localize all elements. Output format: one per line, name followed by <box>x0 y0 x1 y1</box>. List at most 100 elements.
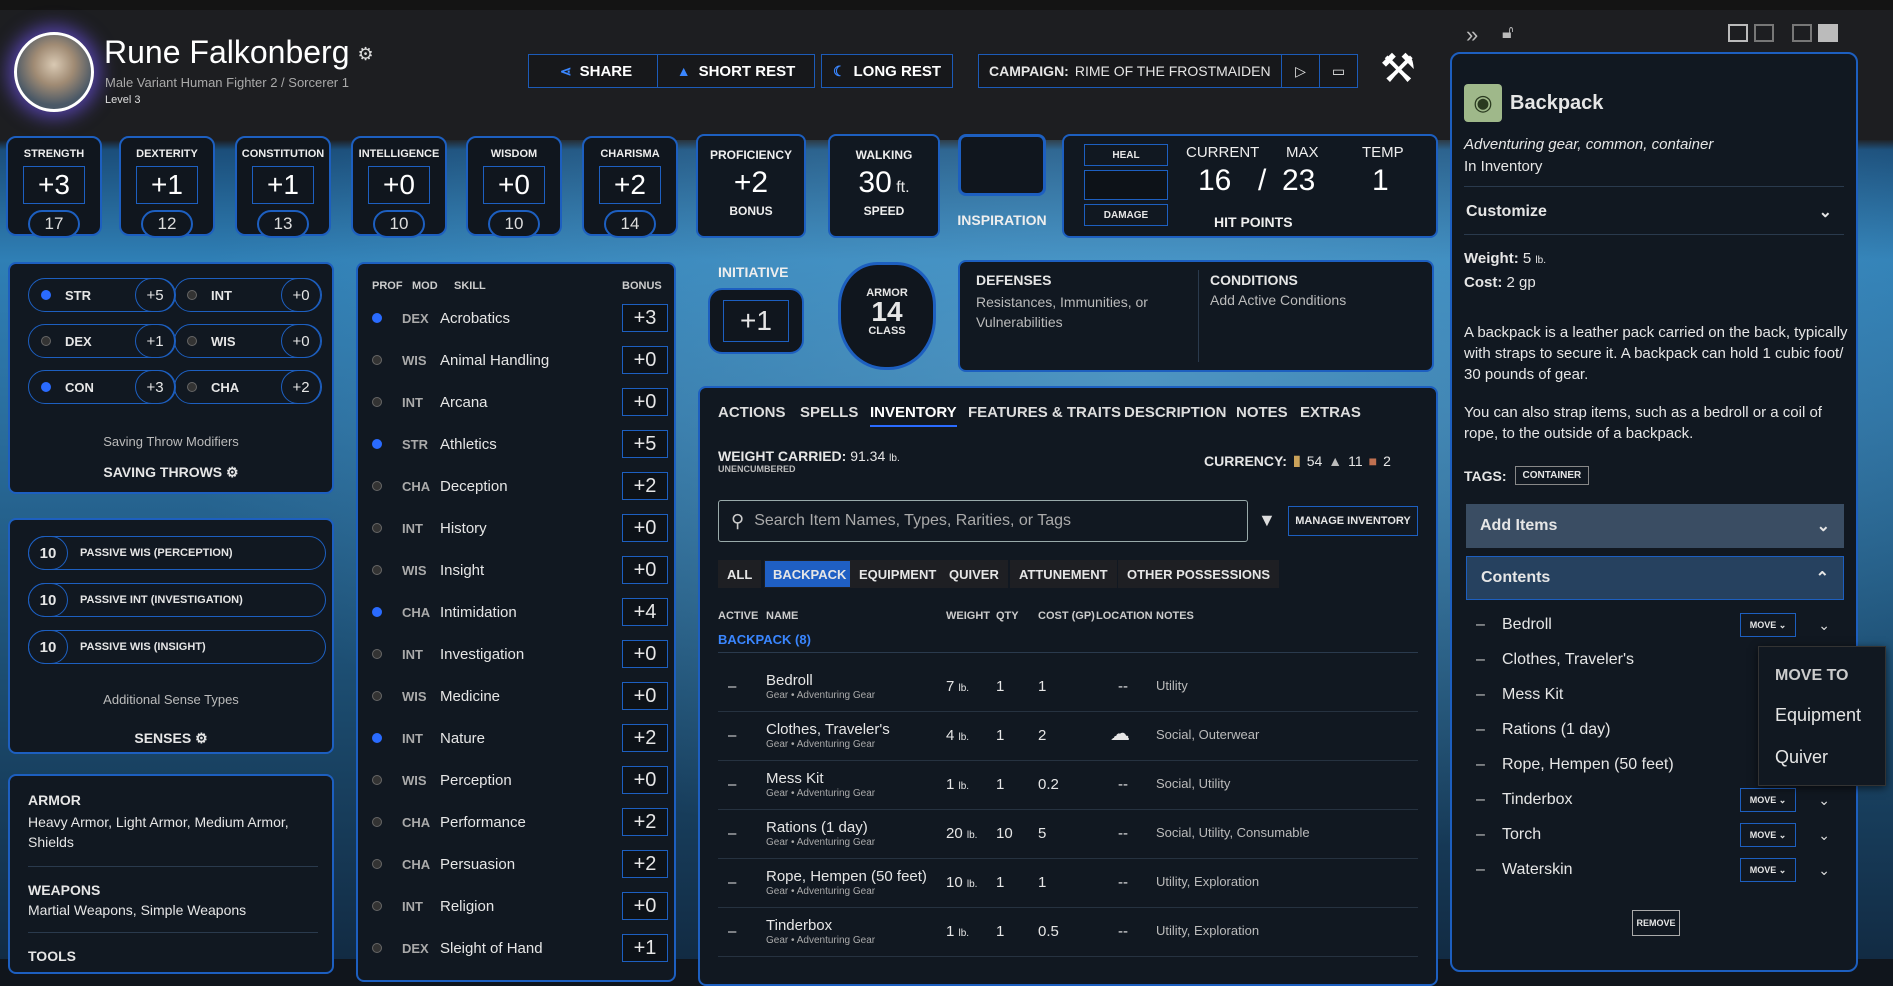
hp-current[interactable]: 16 <box>1198 164 1231 198</box>
layout-full-icon[interactable] <box>1818 24 1838 42</box>
skill-row[interactable]: WIS Medicine +0 <box>372 676 668 716</box>
save-str[interactable]: STR +5 <box>28 278 176 312</box>
inspiration-toggle[interactable] <box>958 134 1046 196</box>
contents-section[interactable]: Contents ⌃ <box>1466 556 1844 600</box>
hp-adjust-input[interactable] <box>1084 170 1168 200</box>
save-int[interactable]: INT +0 <box>174 278 322 312</box>
tab-notes[interactable]: NOTES <box>1236 404 1288 421</box>
chat-icon[interactable]: ▭ <box>1319 55 1357 87</box>
add-items-section[interactable]: Add Items ⌄ <box>1466 504 1844 548</box>
tab-description[interactable]: DESCRIPTION <box>1124 404 1227 421</box>
filter-all[interactable]: ALL <box>718 560 762 588</box>
move-to-quiver[interactable]: Quiver <box>1775 747 1828 768</box>
save-con[interactable]: CON +3 <box>28 370 176 404</box>
share-button[interactable]: ⋖ SHARE <box>528 54 664 88</box>
short-rest-button[interactable]: ▲ SHORT REST <box>657 54 815 88</box>
tab-inventory[interactable]: INVENTORY <box>870 404 957 427</box>
skill-row[interactable]: INT Arcana +0 <box>372 382 668 422</box>
chevron-down-icon[interactable]: ⌄ <box>1818 617 1830 634</box>
filter-backpack[interactable]: BACKPACK <box>764 560 856 588</box>
table-row[interactable]: – Bedroll Gear • Adventuring Gear 7 lb. 1 1 --… <box>718 664 1418 712</box>
collapse-icon[interactable]: » <box>1466 22 1478 48</box>
save-dex[interactable]: DEX +1 <box>28 324 176 358</box>
skill-row[interactable]: INT Investigation +0 <box>372 634 668 674</box>
tab-extras[interactable]: EXTRAS <box>1300 404 1361 421</box>
move-button[interactable]: MOVE ⌄ <box>1740 788 1796 812</box>
table-row[interactable]: – Mess Kit Gear • Adventuring Gear 1 lb. 1 0.… <box>718 762 1418 810</box>
active-toggle[interactable]: – <box>728 727 736 744</box>
proficiencies[interactable]: ARMOR Heavy Armor, Light Armor, Medium A… <box>8 774 334 974</box>
filter-icon[interactable]: ▼ <box>1258 510 1276 531</box>
long-rest-button[interactable]: ☾ LONG REST <box>821 54 953 88</box>
search-input[interactable]: ⚲ Search Item Names, Types, Rarities, or … <box>718 500 1248 542</box>
skill-row[interactable]: INT Nature +2 <box>372 718 668 758</box>
lock-icon[interactable]: 🔓︎ <box>1502 22 1514 43</box>
senses-title[interactable]: SENSES ⚙ <box>10 730 332 747</box>
gear-icon[interactable]: ⚙ <box>357 44 373 65</box>
active-toggle[interactable]: – <box>728 923 736 940</box>
layout-right-icon[interactable] <box>1792 24 1812 42</box>
currency[interactable]: CURRENCY: ▮ 54 ▲ 11 ■ 2 <box>1204 452 1391 469</box>
tab-actions[interactable]: ACTIONS <box>718 404 786 421</box>
conditions-section[interactable]: CONDITIONS Add Active Conditions <box>1210 272 1420 308</box>
active-toggle[interactable]: – <box>728 776 736 793</box>
tab-spells[interactable]: SPELLS <box>800 404 858 421</box>
filter-attunement[interactable]: ATTUNEMENT <box>1010 560 1117 588</box>
move-to-equipment[interactable]: Equipment <box>1775 705 1861 726</box>
table-row[interactable]: – Rope, Hempen (50 feet) Gear • Adventurin… <box>718 860 1418 908</box>
hp-temp[interactable]: 1 <box>1372 164 1389 198</box>
backpack-group-header[interactable]: BACKPACK (8) <box>718 632 811 647</box>
ability-intelligence[interactable]: INTELLIGENCE +0 10 <box>351 136 447 238</box>
sense-passive-insight[interactable]: 10 PASSIVE WIS (INSIGHT) <box>28 630 326 664</box>
initiative-box[interactable]: +1 <box>708 288 804 354</box>
tag-chip[interactable]: CONTAINER <box>1514 466 1590 485</box>
sense-passive-investigation[interactable]: 10 PASSIVE INT (INVESTIGATION) <box>28 583 326 617</box>
skill-row[interactable]: WIS Insight +0 <box>372 550 668 590</box>
ability-charisma[interactable]: CHARISMA +2 14 <box>582 136 678 238</box>
customize-section[interactable]: Customize ⌄ <box>1452 190 1846 234</box>
manage-inventory-button[interactable]: MANAGE INVENTORY <box>1288 506 1418 536</box>
layout-split-icon[interactable] <box>1754 24 1774 42</box>
avatar[interactable] <box>14 32 94 112</box>
skill-row[interactable]: WIS Animal Handling +0 <box>372 340 668 380</box>
skill-row[interactable]: INT Religion +0 <box>372 886 668 926</box>
heal-button[interactable]: HEAL <box>1084 144 1168 166</box>
tab-features[interactable]: FEATURES & TRAITS <box>968 404 1121 421</box>
chevron-down-icon[interactable]: ⌄ <box>1818 792 1830 809</box>
skill-row[interactable]: CHA Performance +2 <box>372 802 668 842</box>
chevron-down-icon[interactable]: ⌄ <box>1818 862 1830 879</box>
skill-row[interactable]: DEX Acrobatics +3 <box>372 298 668 338</box>
move-button[interactable]: MOVE ⌄ <box>1740 858 1796 882</box>
skill-row[interactable]: DEX Sleight of Hand +1 <box>372 928 668 968</box>
contents-item[interactable]: – Tinderbox MOVE ⌄ ⌄ <box>1476 783 1836 817</box>
campaign-box[interactable]: CAMPAIGN: RIME OF THE FROSTMAIDEN ▷ ▭ <box>978 54 1358 88</box>
table-row[interactable]: – Rations (1 day) Gear • Adventuring Gear 2… <box>718 811 1418 859</box>
skill-row[interactable]: STR Athletics +5 <box>372 424 668 464</box>
ability-constitution[interactable]: CONSTITUTION +1 13 <box>235 136 331 238</box>
save-cha[interactable]: CHA +2 <box>174 370 322 404</box>
layout-left-icon[interactable] <box>1728 24 1748 42</box>
filter-equipment[interactable]: EQUIPMENT <box>850 560 946 588</box>
ability-strength[interactable]: STRENGTH +3 17 <box>6 136 102 238</box>
table-row[interactable]: – Tinderbox Gear • Adventuring Gear 1 lb. 1 0… <box>718 909 1418 957</box>
skill-row[interactable]: CHA Persuasion +2 <box>372 844 668 884</box>
skill-row[interactable]: CHA Intimidation +4 <box>372 592 668 632</box>
skill-row[interactable]: CHA Deception +2 <box>372 466 668 506</box>
ability-dexterity[interactable]: DEXTERITY +1 12 <box>119 136 215 238</box>
move-button[interactable]: MOVE ⌄ <box>1740 613 1796 637</box>
character-name[interactable]: Rune Falkonberg ⚙ <box>104 34 374 71</box>
active-toggle[interactable]: – <box>728 874 736 891</box>
chevron-down-icon[interactable]: ⌄ <box>1818 827 1830 844</box>
skill-row[interactable]: WIS Perception +0 <box>372 760 668 800</box>
ability-wisdom[interactable]: WISDOM +0 10 <box>466 136 562 238</box>
damage-button[interactable]: DAMAGE <box>1084 204 1168 226</box>
contents-item[interactable]: – Waterskin MOVE ⌄ ⌄ <box>1476 853 1836 887</box>
table-row[interactable]: – Clothes, Traveler's Gear • Adventuring G… <box>718 713 1418 761</box>
play-icon[interactable]: ▷ <box>1281 55 1319 87</box>
move-button[interactable]: MOVE ⌄ <box>1740 823 1796 847</box>
skill-row[interactable]: INT History +0 <box>372 508 668 548</box>
filter-other-possessions[interactable]: OTHER POSSESSIONS <box>1118 560 1280 588</box>
save-wis[interactable]: WIS +0 <box>174 324 322 358</box>
sense-passive-perception[interactable]: 10 PASSIVE WIS (PERCEPTION) <box>28 536 326 570</box>
filter-quiver[interactable]: QUIVER <box>940 560 1008 588</box>
